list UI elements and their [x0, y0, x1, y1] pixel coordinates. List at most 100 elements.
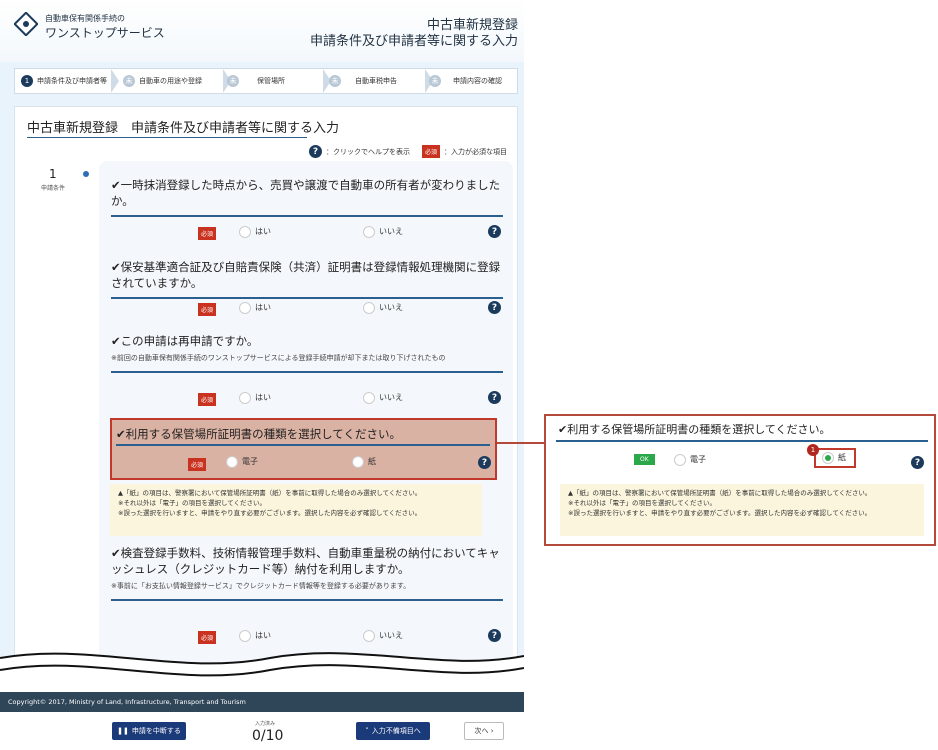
progress-value: 0/10: [252, 728, 284, 744]
cutoff-wave: [0, 652, 524, 700]
missing-items-button[interactable]: ˄ 入力不備項目へ: [356, 722, 430, 740]
question-4-highlight: ✔利用する保管場所証明書の種類を選択してください。 必須 電子 紙 ?: [110, 418, 497, 480]
section-label: 申請条件: [41, 185, 66, 192]
question-2: ✔保安基準適合証及び自賠責保険（共済）証明書は登録情報処理機関に登録されています…: [111, 259, 503, 299]
missing-items-label: 入力不備項目へ: [371, 727, 421, 735]
step-1-number: 1: [21, 75, 33, 87]
required-badge: 必須: [198, 227, 217, 240]
question-3-note: ※前回の自動車保有関係手続のワンストップサービスによる登録手続申請が却下または取…: [111, 354, 446, 362]
zoom-electronic-label[interactable]: 電子: [690, 454, 706, 465]
ok-badge: OK: [634, 454, 655, 465]
zoom-warning-line3: ※誤った選択を行いますと、申請をやり直す必要がございます。選択した内容を必ず確認…: [568, 509, 872, 517]
question-1-divider: [111, 215, 503, 217]
q3-no-radio[interactable]: [363, 392, 375, 404]
step-5-number: 未: [429, 75, 441, 87]
step-5: 未 申請内容の確認: [429, 69, 517, 93]
help-legend-text: ：クリックでヘルプを表示: [325, 147, 410, 156]
zoom-warning-line1: ▲「紙」の項目は、警察署において保管場所証明書（紙）を事前に取得した場合のみ選択…: [568, 489, 872, 497]
section-dot: [83, 171, 89, 177]
step-3-label: 保管場所: [257, 77, 285, 85]
q4-electronic-label[interactable]: 電子: [242, 456, 258, 467]
q4-paper-radio[interactable]: [352, 456, 364, 468]
warning-line2: ※それ以外は「電子」の項目を選択してください。: [118, 499, 267, 507]
next-button[interactable]: 次へ ›: [464, 722, 504, 740]
question-1-answers: 必須 はい いいえ ?: [111, 223, 503, 243]
step-2: 未 自動車の用途や登録: [123, 69, 231, 93]
q2-no-label[interactable]: いいえ: [379, 302, 403, 313]
stage: 自動車保有関係手続の ワンストップサービス 中古車新規登録 申請条件及び申請者等…: [0, 0, 938, 750]
question-1: ✔一時抹消登録した時点から、売買や譲渡で自動車の所有者が変わりましたか。: [111, 177, 503, 217]
step-3-number: 未: [227, 75, 239, 87]
section-number: 1: [49, 167, 57, 181]
q2-yes-label[interactable]: はい: [255, 302, 271, 313]
form-panel: 中古車新規登録 申請条件及び申請者等に関する入力 ? ：クリックでヘルプを表示 …: [14, 106, 518, 721]
help-icon[interactable]: ?: [488, 225, 501, 238]
zoom-callout: ✔利用する保管場所証明書の種類を選択してください。 OK 電子 紙 1 ? ▲「…: [544, 414, 936, 546]
logo-title: ワンストップサービス: [45, 26, 165, 40]
required-legend-text: ：入力が必須な項目: [444, 147, 507, 156]
question-5-divider: [111, 599, 503, 601]
progress-label: 入力済み: [255, 721, 276, 727]
warning-line3: ※誤った選択を行いますと、申請をやり直す必要がございます。選択した内容を必ず確認…: [118, 509, 422, 517]
help-icon[interactable]: ?: [478, 456, 491, 469]
q4-paper-label[interactable]: 紙: [368, 456, 376, 467]
zoom-warning-note: ▲「紙」の項目は、警察署において保管場所証明書（紙）を事前に取得した場合のみ選択…: [560, 484, 924, 536]
zoom-question-text: ✔利用する保管場所証明書の種類を選択してください。: [558, 423, 831, 436]
step-progress: 1 申請条件及び申請者等 未 自動車の用途や登録 未 保管場所 未 自動車税申告…: [14, 68, 518, 94]
step-4: 未 自動車税申告: [329, 69, 433, 93]
required-badge: 必須: [198, 303, 217, 316]
step-3: 未 保管場所: [227, 69, 331, 93]
q1-no-label[interactable]: いいえ: [379, 226, 403, 237]
logo-icon: [14, 12, 38, 36]
question-3: ✔この申請は再申請ですか。 ※前回の自動車保有関係手続のワンストップサービスによ…: [111, 333, 503, 373]
title-underline: [27, 137, 307, 138]
step-4-label: 自動車税申告: [355, 77, 397, 85]
question-1-text: ✔一時抹消登録した時点から、売買や譲渡で自動車の所有者が変わりましたか。: [111, 178, 501, 208]
question-2-text: ✔保安基準適合証及び自賠責保険（共済）証明書は登録情報処理機関に登録されています…: [111, 260, 501, 290]
page-heading-line2: 申請条件及び申請者等に関する入力: [309, 34, 518, 49]
footer: Copyright© 2017, Ministry of Land, Infra…: [0, 692, 524, 712]
chevron-right-icon: [111, 69, 119, 93]
q3-yes-radio[interactable]: [239, 392, 251, 404]
required-badge: 必須: [188, 458, 207, 471]
question-3-text: ✔この申請は再申請ですか。: [111, 334, 259, 348]
app-screen: 自動車保有関係手続の ワンストップサービス 中古車新規登録 申請条件及び申請者等…: [0, 0, 524, 750]
pause-icon: ❚❚: [117, 727, 129, 735]
chevron-up-icon: ˄: [365, 727, 369, 735]
step-2-label: 自動車の用途や登録: [139, 77, 202, 85]
help-icon: ?: [308, 145, 322, 158]
step-2-number: 未: [123, 75, 135, 87]
q1-yes-radio[interactable]: [239, 226, 251, 238]
logo-subtitle: 自動車保有関係手続の: [45, 14, 125, 23]
q3-yes-label[interactable]: はい: [255, 392, 271, 403]
q1-no-radio[interactable]: [363, 226, 375, 238]
q2-yes-radio[interactable]: [239, 302, 251, 314]
bottom-bar: ❚❚ 申請を中断する 入力済み 0/10 ˄ 入力不備項目へ 次へ ›: [0, 712, 524, 750]
step-4-number: 未: [329, 75, 341, 87]
suspend-label: 申請を中断する: [131, 727, 181, 735]
question-4-text: ✔利用する保管場所証明書の種類を選択してください。: [116, 427, 401, 441]
help-icon[interactable]: ?: [488, 391, 501, 404]
question-2-answers: 必須 はい いいえ ?: [111, 299, 503, 319]
suspend-button[interactable]: ❚❚ 申請を中断する: [112, 722, 186, 740]
warning-line1: ▲「紙」の項目は、警察署において保管場所証明書（紙）を事前に取得した場合のみ選択…: [118, 489, 422, 497]
q4-electronic-radio[interactable]: [226, 456, 238, 468]
callout-connector: [497, 442, 544, 444]
help-icon[interactable]: ?: [488, 301, 501, 314]
zoom-paper-label[interactable]: 紙: [838, 452, 846, 463]
zoom-electronic-radio[interactable]: [674, 454, 686, 466]
step-5-label: 申請内容の確認: [453, 77, 502, 85]
zoom-paper-radio-selected[interactable]: [822, 452, 834, 464]
question-4-divider: [116, 444, 490, 446]
required-badge: 必須: [421, 145, 440, 158]
question-3-answers: 必須 はい いいえ ?: [111, 389, 503, 409]
header: 自動車保有関係手続の ワンストップサービス 中古車新規登録 申請条件及び申請者等…: [0, 0, 524, 62]
warning-note: ▲「紙」の項目は、警察署において保管場所証明書（紙）を事前に取得した場合のみ選択…: [110, 484, 482, 536]
q2-no-radio[interactable]: [363, 302, 375, 314]
question-5-note: ※事前に「お支払い情報登録サービス」でクレジットカード情報等を登録する必要があり…: [111, 582, 411, 590]
legend: ? ：クリックでヘルプを表示 必須 ：入力が必須な項目: [308, 145, 507, 158]
help-icon[interactable]: ?: [911, 456, 924, 469]
q3-no-label[interactable]: いいえ: [379, 392, 403, 403]
q1-yes-label[interactable]: はい: [255, 226, 271, 237]
step-1-label: 申請条件及び申請者等: [37, 77, 107, 85]
